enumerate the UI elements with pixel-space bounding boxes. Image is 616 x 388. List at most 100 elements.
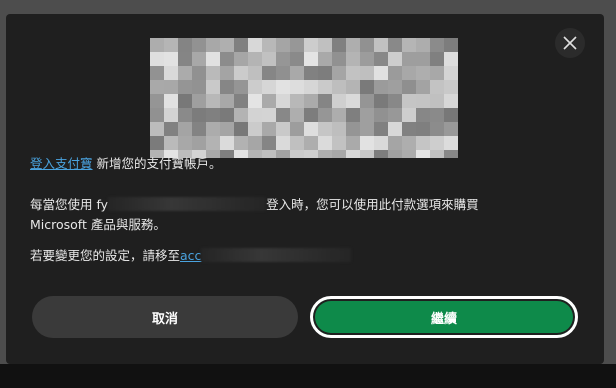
mosaic-cell bbox=[318, 136, 332, 150]
mosaic-cell bbox=[416, 122, 430, 136]
cancel-button[interactable]: 取消 bbox=[32, 296, 298, 338]
mosaic-cell bbox=[360, 150, 374, 158]
mosaic-cell bbox=[318, 122, 332, 136]
mosaic-cell bbox=[164, 38, 178, 52]
link-account-rest: 新增您的支付寶帳戶。 bbox=[92, 156, 222, 171]
mosaic-cell bbox=[360, 52, 374, 66]
mosaic-cell bbox=[444, 136, 458, 150]
mosaic-cell bbox=[402, 108, 416, 122]
mosaic-cell bbox=[402, 80, 416, 94]
mosaic-cell bbox=[248, 52, 262, 66]
alipay-login-link[interactable]: 登入支付寶 bbox=[30, 156, 93, 171]
mosaic-cell bbox=[234, 66, 248, 80]
mosaic-cell bbox=[164, 66, 178, 80]
account-settings-link[interactable]: acc bbox=[180, 248, 201, 263]
close-icon bbox=[563, 36, 577, 50]
mosaic-cell bbox=[388, 80, 402, 94]
mosaic-cell bbox=[360, 38, 374, 52]
mosaic-cell bbox=[164, 52, 178, 66]
mosaic-cell bbox=[374, 94, 388, 108]
mosaic-cell bbox=[388, 38, 402, 52]
mosaic-cell bbox=[248, 38, 262, 52]
mosaic-cell bbox=[248, 94, 262, 108]
mosaic-cell bbox=[332, 150, 346, 158]
mosaic-cell bbox=[164, 122, 178, 136]
mosaic-cell bbox=[206, 80, 220, 94]
mosaic-cell bbox=[276, 38, 290, 52]
mosaic-cell bbox=[430, 38, 444, 52]
mosaic-cell bbox=[262, 38, 276, 52]
mosaic-cell bbox=[248, 80, 262, 94]
mosaic-cell bbox=[178, 80, 192, 94]
mosaic-cell bbox=[192, 108, 206, 122]
mosaic-cell bbox=[150, 66, 164, 80]
mosaic-cell bbox=[374, 150, 388, 158]
mosaic-cell bbox=[248, 150, 262, 158]
mosaic-cell bbox=[332, 136, 346, 150]
mosaic-cell bbox=[416, 94, 430, 108]
mosaic-cell bbox=[262, 52, 276, 66]
mosaic-cell bbox=[150, 52, 164, 66]
redacted-logo-image bbox=[150, 38, 458, 158]
mosaic-cell bbox=[374, 136, 388, 150]
mosaic-cell bbox=[416, 136, 430, 150]
mosaic-cell bbox=[360, 80, 374, 94]
mosaic-cell bbox=[430, 150, 444, 158]
mosaic-cell bbox=[360, 122, 374, 136]
mosaic-cell bbox=[304, 122, 318, 136]
mosaic-cell bbox=[276, 66, 290, 80]
mosaic-cell bbox=[290, 38, 304, 52]
mosaic-cell bbox=[234, 122, 248, 136]
mosaic-cell bbox=[192, 66, 206, 80]
mosaic-cell bbox=[318, 38, 332, 52]
mosaic-cell bbox=[220, 150, 234, 158]
mosaic-cell bbox=[318, 108, 332, 122]
mosaic-cell bbox=[346, 94, 360, 108]
mosaic-cell bbox=[360, 94, 374, 108]
mosaic-cell bbox=[262, 80, 276, 94]
mosaic-cell bbox=[262, 150, 276, 158]
mosaic-cell bbox=[178, 52, 192, 66]
mosaic-cell bbox=[332, 66, 346, 80]
mosaic-cell bbox=[444, 94, 458, 108]
mosaic-cell bbox=[220, 52, 234, 66]
mosaic-cell bbox=[262, 108, 276, 122]
redacted-email bbox=[108, 197, 267, 211]
mosaic-cell bbox=[192, 38, 206, 52]
mosaic-cell bbox=[402, 122, 416, 136]
mosaic-cell bbox=[164, 108, 178, 122]
mosaic-cell bbox=[304, 66, 318, 80]
mosaic-cell bbox=[388, 52, 402, 66]
mosaic-cell bbox=[206, 52, 220, 66]
mosaic-cell bbox=[234, 136, 248, 150]
usage-description-line2: Microsoft 產品與服務。 bbox=[30, 217, 166, 232]
mosaic-cell bbox=[430, 122, 444, 136]
mosaic-cell bbox=[290, 80, 304, 94]
continue-button[interactable]: 繼續 bbox=[310, 296, 578, 338]
mosaic-cell bbox=[346, 108, 360, 122]
close-button[interactable] bbox=[555, 28, 585, 58]
mosaic-cell bbox=[262, 122, 276, 136]
mosaic-cell bbox=[248, 122, 262, 136]
mosaic-cell bbox=[388, 108, 402, 122]
usage-suffix: 登入時，您可以使用此付款選項來購買 bbox=[266, 197, 479, 212]
mosaic-cell bbox=[332, 80, 346, 94]
mosaic-cell bbox=[192, 80, 206, 94]
cancel-button-label: 取消 bbox=[151, 311, 178, 327]
mosaic-cell bbox=[276, 94, 290, 108]
mosaic-cell bbox=[150, 38, 164, 52]
mosaic-cell bbox=[374, 66, 388, 80]
mosaic-cell bbox=[304, 108, 318, 122]
mosaic-cell bbox=[318, 80, 332, 94]
mosaic-cell bbox=[220, 94, 234, 108]
mosaic-cell bbox=[402, 136, 416, 150]
mosaic-cell bbox=[318, 150, 332, 158]
mosaic-cell bbox=[444, 66, 458, 80]
mosaic-cell bbox=[402, 38, 416, 52]
mosaic-cell bbox=[332, 52, 346, 66]
mosaic-cell bbox=[164, 136, 178, 150]
mosaic-cell bbox=[150, 136, 164, 150]
mosaic-cell bbox=[360, 66, 374, 80]
mosaic-cell bbox=[346, 66, 360, 80]
mosaic-cell bbox=[220, 80, 234, 94]
